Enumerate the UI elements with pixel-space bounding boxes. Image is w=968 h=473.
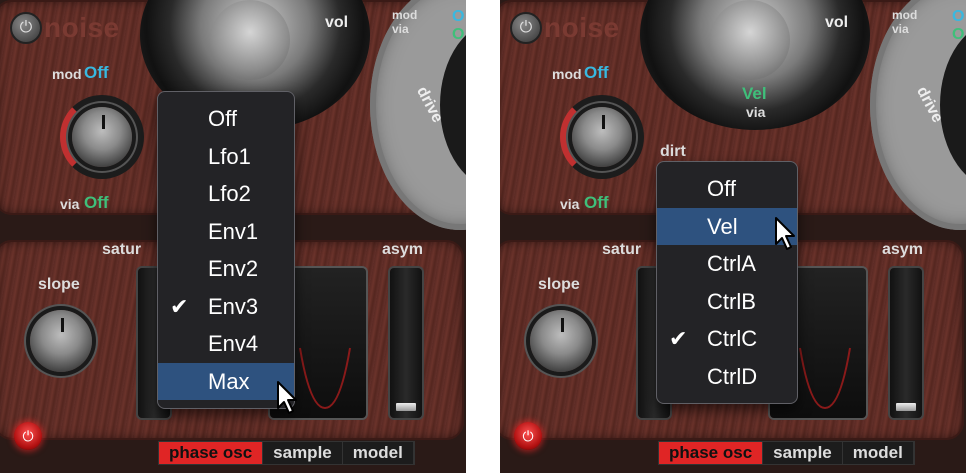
- knob-via-label: via: [60, 196, 80, 212]
- section-title: noise: [544, 12, 620, 43]
- power-icon: ⏻: [22, 428, 34, 444]
- menu-item-ctrlc[interactable]: ✔ CtrlC: [657, 320, 797, 358]
- menu-item-label: Vel: [707, 213, 738, 239]
- tab-model[interactable]: model: [843, 442, 914, 464]
- menu-item-ctrlb[interactable]: CtrlB: [657, 283, 797, 321]
- menu-item-env3[interactable]: ✔ Env3: [158, 288, 294, 326]
- menu-item-label: CtrlD: [707, 363, 758, 389]
- checkmark-icon: ✔: [669, 326, 688, 351]
- ring-mod-via: mod via: [892, 8, 917, 36]
- volume-mod-source[interactable]: Vel: [742, 84, 767, 104]
- power-icon: ⏻: [522, 428, 534, 444]
- power-button[interactable]: ⏻: [514, 422, 542, 450]
- slope-knob[interactable]: [30, 310, 92, 372]
- menu-item-lfo2[interactable]: Lfo2: [158, 175, 294, 213]
- knob-indicator: [102, 115, 105, 129]
- menu-item-label: Env3: [208, 293, 259, 319]
- drive-ring-center: [940, 20, 966, 190]
- dirt-label: dirt: [660, 143, 686, 160]
- menu-item-label: CtrlB: [707, 288, 756, 314]
- tab-sample[interactable]: sample: [763, 442, 843, 464]
- asym-slider[interactable]: [890, 268, 922, 418]
- menu-item-ctrld[interactable]: CtrlD: [657, 358, 797, 396]
- slope-knob-indicator: [561, 318, 564, 332]
- ring-mod-value-fragment: O: [452, 8, 465, 25]
- noise-power-toggle[interactable]: ⏻: [10, 12, 42, 44]
- slope-label: slope: [38, 276, 80, 293]
- volume-knob-cap: [710, 0, 790, 80]
- menu-item-label: Env4: [208, 331, 259, 356]
- noise-mod-knob[interactable]: [72, 107, 132, 167]
- menu-item-label: Env2: [208, 256, 259, 281]
- knob-mod-value[interactable]: Off: [84, 63, 109, 83]
- slope-knob-indicator: [61, 318, 64, 332]
- knob-indicator: [602, 115, 605, 129]
- ring-mod-label: mod: [392, 8, 418, 22]
- cursor-icon: [775, 217, 795, 250]
- slope-knob[interactable]: [530, 310, 592, 372]
- ring-mod-via: mod via: [392, 8, 417, 36]
- asym-label: asym: [882, 241, 923, 258]
- drive-ring-center: [440, 20, 466, 190]
- knob-via-value[interactable]: Off: [84, 193, 109, 213]
- asym-label: asym: [382, 241, 423, 258]
- volume-via-label: via: [746, 104, 766, 120]
- knob-via-label: via: [560, 196, 580, 212]
- satur-label: satur: [602, 241, 642, 258]
- volume-label: vol: [325, 14, 349, 31]
- right-panel: ⏻ noise vol Vel via mod via O O drive mo…: [500, 0, 966, 473]
- power-icon: ⏻: [519, 19, 533, 36]
- menu-item-label: CtrlA: [707, 251, 756, 276]
- menu-item-label: Off: [707, 176, 736, 201]
- volume-label: vol: [825, 14, 849, 31]
- tab-sample[interactable]: sample: [263, 442, 343, 464]
- ring-via-label: via: [392, 22, 409, 36]
- menu-item-off[interactable]: Off: [158, 100, 294, 138]
- model-tabs: phase osc sample model: [658, 441, 915, 465]
- left-panel: ⏻ noise vol mod via O O drive mod Off vi…: [0, 0, 466, 473]
- model-tabs: phase osc sample model: [158, 441, 415, 465]
- section-title: noise: [44, 12, 120, 43]
- menu-item-label: Env1: [208, 218, 259, 244]
- menu-item-off[interactable]: Off: [657, 170, 797, 208]
- menu-item-label: CtrlC: [707, 326, 758, 351]
- menu-item-label: Lfo1: [208, 143, 251, 169]
- tab-phase-osc[interactable]: phase osc: [159, 442, 264, 464]
- menu-item-lfo1[interactable]: Lfo1: [158, 138, 294, 176]
- menu-item-label: Lfo2: [208, 181, 251, 206]
- ring-via-value-fragment: O: [952, 26, 965, 43]
- knob-via-value[interactable]: Off: [584, 193, 609, 213]
- power-button[interactable]: ⏻: [14, 422, 42, 450]
- menu-item-label: Off: [208, 106, 237, 131]
- menu-item-max[interactable]: Max: [158, 362, 294, 400]
- mod-source-menu: Off Lfo1 Lfo2 Env1 Env2 ✔ Env3 Env4 Max: [157, 91, 295, 409]
- ring-via-value-fragment: O: [452, 26, 465, 43]
- via-source-menu: Off Vel CtrlA CtrlB ✔ CtrlC CtrlD: [656, 161, 798, 404]
- slope-label: slope: [538, 276, 580, 293]
- ring-mod-label: mod: [892, 8, 918, 22]
- tab-phase-osc[interactable]: phase osc: [659, 442, 764, 464]
- menu-item-env1[interactable]: Env1: [158, 213, 294, 251]
- asym-slider-thumb[interactable]: [896, 403, 916, 411]
- menu-item-label: Max: [208, 368, 250, 394]
- asym-slider-thumb[interactable]: [396, 403, 416, 411]
- volume-knob-cap: [210, 0, 290, 80]
- satur-label: satur: [102, 241, 142, 258]
- ring-via-label: via: [892, 22, 909, 36]
- menu-item-env2[interactable]: Env2: [158, 250, 294, 288]
- knob-mod-label: mod: [52, 66, 82, 82]
- noise-mod-knob[interactable]: [572, 107, 632, 167]
- ring-mod-value-fragment: O: [952, 8, 965, 25]
- tab-model[interactable]: model: [343, 442, 414, 464]
- knob-mod-label: mod: [552, 66, 582, 82]
- cursor-icon: [277, 381, 297, 414]
- power-icon: ⏻: [19, 19, 33, 36]
- noise-power-toggle[interactable]: ⏻: [510, 12, 542, 44]
- checkmark-icon: ✔: [170, 293, 189, 319]
- menu-item-env4[interactable]: Env4: [158, 325, 294, 363]
- knob-mod-value[interactable]: Off: [584, 63, 609, 83]
- asym-slider[interactable]: [390, 268, 422, 418]
